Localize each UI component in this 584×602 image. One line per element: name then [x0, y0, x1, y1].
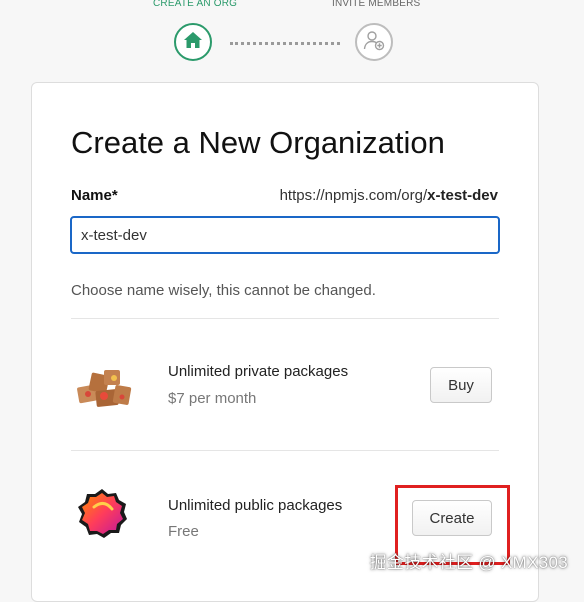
org-name-input[interactable] — [70, 216, 500, 254]
create-button[interactable]: Create — [412, 500, 492, 536]
buy-button[interactable]: Buy — [430, 367, 492, 403]
name-hint: Choose name wisely, this cannot be chang… — [71, 282, 376, 299]
add-user-icon — [362, 28, 386, 57]
badge-icon — [76, 487, 128, 544]
divider — [71, 318, 499, 319]
step-create-org-label: CREATE AN ORG — [153, 0, 238, 9]
name-label: Name* — [71, 187, 118, 204]
step-invite-members-label: INVITE MEMBERS — [332, 0, 421, 9]
step-invite-members — [355, 23, 393, 61]
org-url-prefix: https://npmjs.com/org/ — [279, 187, 428, 204]
plan-private-title: Unlimited private packages — [168, 363, 349, 380]
plan-private-price: $7 per month — [168, 390, 257, 407]
boxes-icon — [74, 366, 134, 415]
step-connector — [230, 42, 340, 45]
create-org-card: Create a New Organization Name* https://… — [31, 82, 539, 602]
org-url-preview: https://npmjs.com/org/x-test-dev — [280, 187, 498, 204]
step-create-org — [174, 23, 212, 61]
plan-public-title: Unlimited public packages — [168, 497, 343, 514]
page-title: Create a New Organization — [71, 125, 445, 160]
org-url-slug: x-test-dev — [427, 187, 498, 204]
home-icon — [183, 31, 203, 54]
plan-public-price: Free — [168, 523, 199, 540]
watermark: 掘金技术社区 @ XMX303 — [369, 553, 568, 572]
divider — [71, 450, 499, 451]
